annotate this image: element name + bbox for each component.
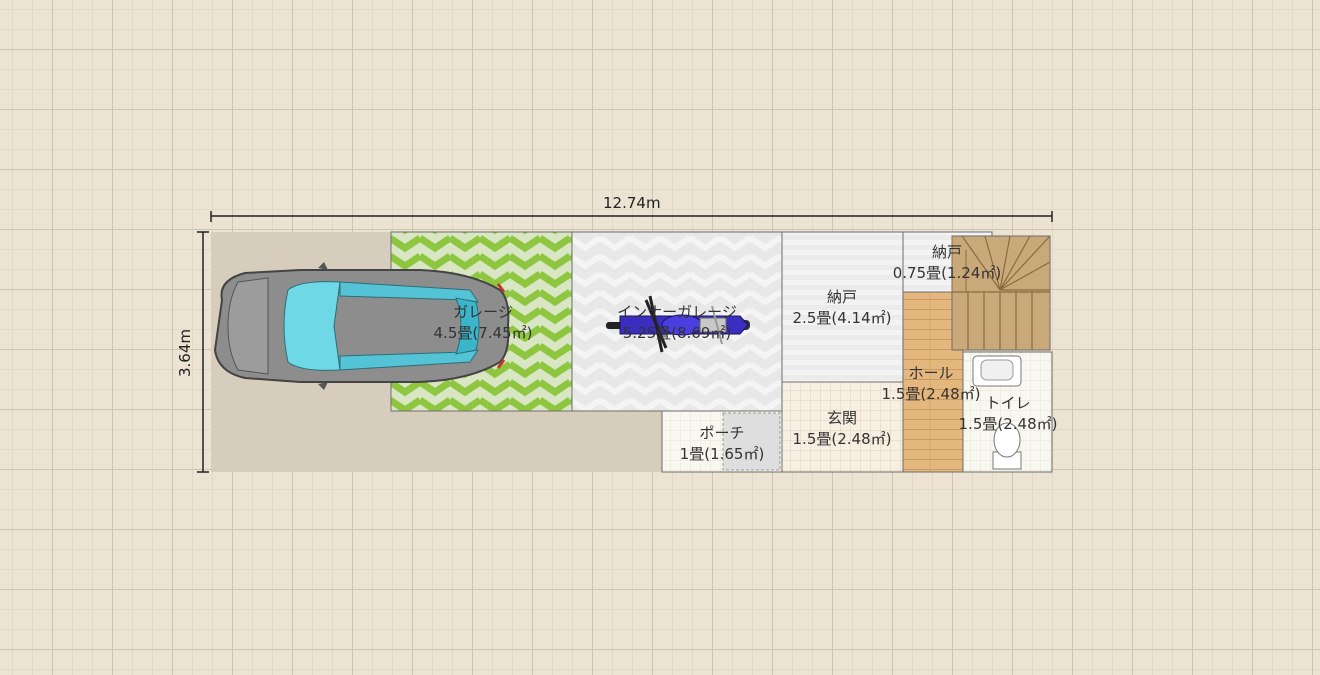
room-area: 2.5畳(4.14㎡) — [792, 309, 892, 327]
width-dimension-label: 12.74m — [603, 194, 661, 212]
room-label-entrance[interactable]: 玄関 1.5畳(2.48㎡) — [793, 408, 892, 450]
room-area: 5.25畳(8.69㎡) — [622, 324, 732, 342]
room-label-porch[interactable]: ポーチ 1畳(1.65㎡) — [680, 423, 765, 465]
room-name: ポーチ — [699, 424, 745, 442]
room-name: インナーガレージ — [617, 303, 737, 321]
room-name: ホール — [908, 364, 954, 382]
room-label-garage[interactable]: ガレージ 4.5畳(7.45㎡) — [434, 302, 533, 344]
room-name: 納戸 — [826, 288, 857, 306]
room-name: 納戸 — [931, 243, 963, 261]
room-label-storage-large[interactable]: 納戸 2.5畳(4.14㎡) — [793, 287, 892, 329]
room-name: 玄関 — [826, 409, 857, 427]
room-area: 1畳(1.65㎡) — [679, 445, 765, 463]
room-area: 1.5畳(2.48㎡) — [792, 430, 892, 448]
room-label-toilet[interactable]: トイレ 1.5畳(2.48㎡) — [959, 393, 1058, 435]
height-dimension-line — [197, 231, 209, 473]
room-name: ガレージ — [453, 303, 513, 321]
room-name: トイレ — [985, 394, 1031, 412]
width-dimension-line — [210, 211, 1053, 222]
height-dimension-label: 3.64m — [176, 328, 195, 378]
room-area: 4.5畳(7.45㎡) — [433, 324, 533, 342]
room-area: 0.75畳(1.24㎡) — [892, 264, 1002, 282]
room-label-inner-garage[interactable]: インナーガレージ 5.25畳(8.69㎡) — [617, 302, 737, 344]
room-label-storage-small[interactable]: 納戸 0.75畳(1.24㎡) — [893, 242, 1002, 284]
room-area: 1.5畳(2.48㎡) — [958, 415, 1058, 433]
